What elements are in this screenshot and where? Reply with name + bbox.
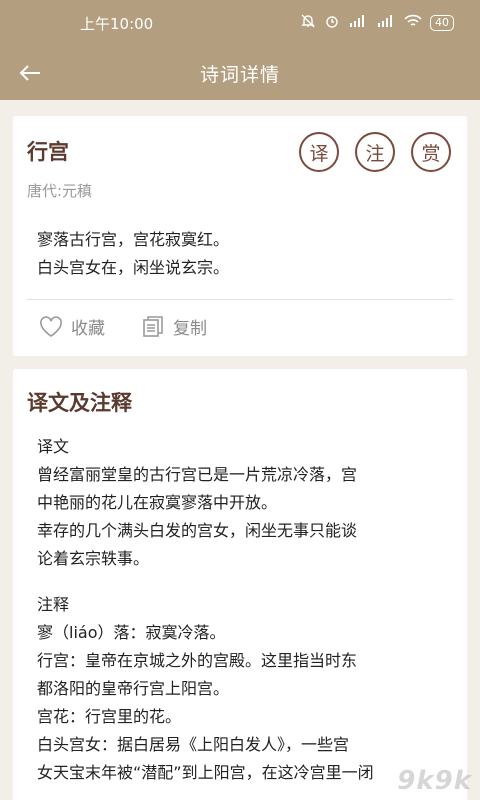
poem-card: 行宫 译 注 赏 唐代:元稹 寥落古行宫，宫花寂寞红。 白头宫女在，闲坐说玄宗。… [13, 116, 467, 356]
translation-line: 曾经富丽堂皇的古行宫已是一片荒凉冷落，宫 [37, 465, 358, 484]
note-line: 女天宝末年被“潜配”到上阳宫，在这冷宫里一闭 [37, 763, 374, 782]
translation-card: 译文及注释 译文 曾经富丽堂皇的古行宫已是一片荒凉冷落，宫 中艳丽的花儿在寂寞寥… [13, 369, 467, 800]
note-line: 行宫：皇帝在京城之外的宫殿。这里指当时东 [37, 651, 358, 670]
heart-icon [40, 315, 62, 337]
favorite-label: 收藏 [71, 319, 105, 339]
notes-heading: 注释 [37, 595, 70, 614]
status-bar: 上午10:00 40 [0, 0, 480, 46]
copy-icon [143, 315, 163, 337]
section-title: 译文及注释 [27, 391, 132, 415]
signal-2-icon [376, 14, 396, 32]
watermark: 9k9k [397, 766, 472, 796]
status-icons: 40 [300, 13, 454, 33]
favorite-button[interactable]: 收藏 [39, 314, 105, 339]
note-line: 白头宫女：据白居易《上阳白发人》，一些宫 [37, 735, 350, 754]
note-line: 都洛阳的皇帝行宫上阳宫。 [37, 679, 230, 698]
alarm-icon [324, 13, 340, 33]
translate-button[interactable]: 译 [299, 132, 339, 172]
notes-paragraph: 注释 寥（liáo）落：寂寞冷落。 行宫：皇帝在京城之外的宫殿。这里指当时东 都… [37, 591, 447, 787]
poem-title: 行宫 [27, 140, 69, 164]
battery-indicator: 40 [430, 15, 454, 31]
note-line: 宫花：行宫里的花。 [37, 707, 182, 726]
translation-heading: 译文 [37, 437, 70, 456]
signal-1-icon [348, 14, 368, 32]
poem-line: 寥落古行宫，宫花寂寞红。 [37, 230, 230, 249]
annotate-button[interactable]: 注 [355, 132, 395, 172]
back-arrow-icon [19, 65, 40, 81]
note-line: 寥（liáo）落：寂寞冷落。 [37, 623, 226, 642]
poem-line: 白头宫女在，闲坐说玄宗。 [37, 258, 230, 277]
translation-line: 幸存的几个满头白发的宫女，闲坐无事只能谈 [37, 521, 358, 540]
copy-button[interactable]: 复制 [141, 314, 207, 339]
page-title: 诗词详情 [199, 63, 280, 86]
divider [27, 299, 453, 300]
translation-paragraph: 译文 曾经富丽堂皇的古行宫已是一片荒凉冷落，宫 中艳丽的花儿在寂寞寥落中开放。 … [37, 433, 447, 573]
translation-line: 论着玄宗轶事。 [37, 549, 150, 568]
app-bar: 诗词详情 [0, 46, 480, 100]
appreciate-button[interactable]: 赏 [411, 132, 451, 172]
translation-body: 译文 曾经富丽堂皇的古行宫已是一片荒凉冷落，宫 中艳丽的花儿在寂寞寥落中开放。 … [37, 433, 447, 800]
poem-author: 唐代:元稹 [27, 182, 93, 200]
status-time: 上午10:00 [80, 14, 154, 33]
back-button[interactable] [16, 59, 44, 87]
mute-icon [300, 13, 316, 33]
poem-body: 寥落古行宫，宫花寂寞红。 白头宫女在，闲坐说玄宗。 [37, 226, 229, 282]
translation-line: 中艳丽的花儿在寂寞寥落中开放。 [37, 493, 278, 512]
copy-label: 复制 [173, 319, 207, 339]
wifi-icon [404, 14, 422, 32]
